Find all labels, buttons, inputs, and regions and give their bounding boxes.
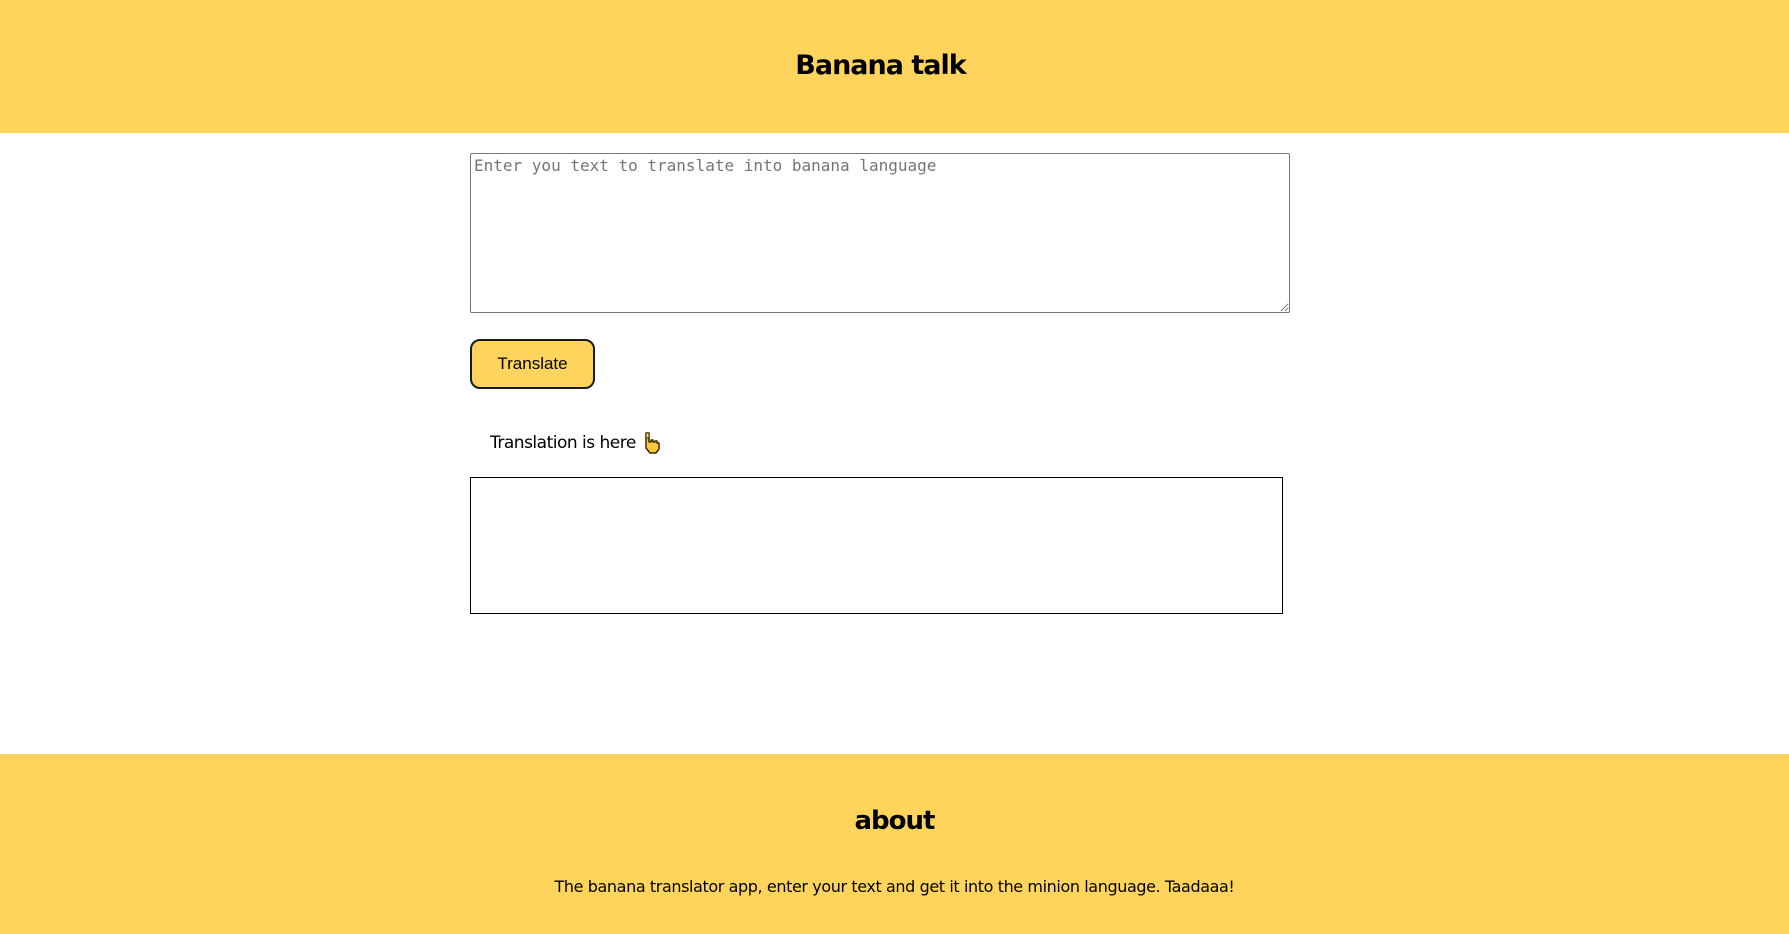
output-label-text: Translation is here	[490, 433, 636, 453]
translate-button[interactable]: Translate	[470, 339, 595, 389]
hand-pointing-down-icon	[642, 431, 662, 455]
output-label: Translation is here	[490, 431, 662, 455]
footer: about The banana translator app, enter y…	[0, 754, 1789, 934]
translation-input[interactable]	[470, 153, 1290, 313]
header-bar: Banana talk	[0, 0, 1789, 133]
translation-output	[470, 477, 1283, 614]
page-title: Banana talk	[795, 50, 966, 81]
footer-description: The banana translator app, enter your te…	[554, 877, 1235, 896]
footer-heading: about	[854, 806, 936, 836]
